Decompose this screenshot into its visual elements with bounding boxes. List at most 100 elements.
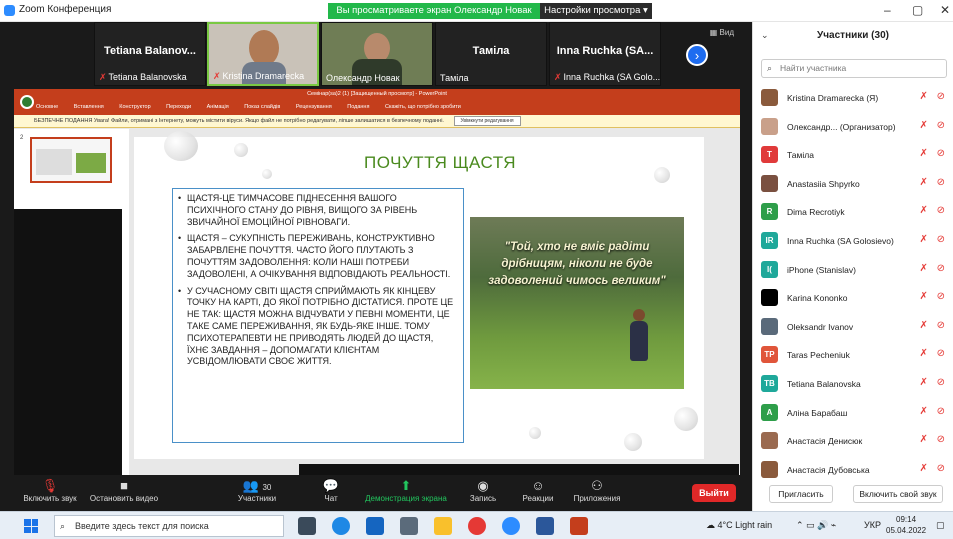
clock[interactable]: 09:14 05.04.2022 bbox=[886, 514, 926, 536]
video-tile[interactable]: Tetiana Balanov... ✗ Tetiana Balanovska bbox=[94, 22, 206, 86]
avatar: I( bbox=[761, 260, 778, 278]
participant-name: Inna Ruchka (SA Golosievo) bbox=[787, 235, 894, 246]
participant-name: Anastasiia Shpyrko bbox=[787, 178, 860, 189]
bullet-item: Щастя-це тимчасове піднесення вашого пси… bbox=[178, 193, 457, 228]
participant-row[interactable]: Kristina Dramarecka (Я) ✗ ⊘ bbox=[753, 84, 953, 113]
video-tile[interactable]: Таміла Таміла bbox=[435, 22, 547, 86]
apps-button[interactable]: ⚇ Приложения bbox=[570, 477, 624, 503]
participant-name: Анастасія Денисюк bbox=[787, 436, 863, 447]
stop-video-button[interactable]: ■ Остановить видео bbox=[86, 477, 162, 503]
avatar: IR bbox=[761, 231, 778, 249]
ppt-menu-item[interactable]: Показ слайдів bbox=[244, 104, 280, 110]
search-icon: ⌕ bbox=[767, 63, 773, 73]
participant-row[interactable]: A Аліна Барабаш ✗ ⊘ bbox=[753, 399, 953, 428]
zoom-taskbar-icon[interactable] bbox=[502, 517, 520, 535]
photo-quote: "Той, хто не вміє радіти дрібницям, ніко… bbox=[488, 241, 666, 287]
child-figure bbox=[630, 321, 648, 361]
view-button[interactable]: ▦ Вид bbox=[710, 28, 734, 37]
system-tray-icons[interactable]: ⌃ ▭ 🔊 ⌁ bbox=[796, 520, 836, 531]
participant-row[interactable]: Олександр... (Организатор) ✗ ⊘ bbox=[753, 113, 953, 142]
ppt-menu-item[interactable]: Вставлення bbox=[74, 104, 104, 110]
share-screen-icon: ⬆ bbox=[400, 478, 412, 493]
video-tile[interactable]: Олександр Новак bbox=[321, 22, 433, 86]
mic-camera-status-icons: ✗ ⊘ bbox=[919, 291, 948, 303]
slide-photo: "Той, хто не вміє радіти дрібницям, ніко… bbox=[470, 217, 684, 389]
zoom-logo-icon bbox=[4, 5, 15, 16]
participant-row[interactable]: Oleksandr Ivanov ✗ ⊘ bbox=[753, 313, 953, 342]
enable-editing-button[interactable]: Увімкнути редагування bbox=[453, 116, 521, 126]
security-shield-icon bbox=[20, 95, 34, 109]
participant-name: iPhone (Stanislav) bbox=[787, 264, 856, 275]
avatar bbox=[761, 317, 778, 335]
store-icon[interactable] bbox=[400, 517, 418, 535]
protected-view-bar: БЕЗПЕЧНЕ ПОДАННЯ Увага! Файли, отримані … bbox=[14, 115, 740, 128]
ppt-title-bar: Семінар(sa)2 (1) [Защищенный просмотр] -… bbox=[14, 89, 740, 100]
participant-row[interactable]: IR Inna Ruchka (SA Golosievo) ✗ ⊘ bbox=[753, 227, 953, 256]
participant-name: Karina Kononko bbox=[787, 293, 848, 304]
ppt-tell-me[interactable]: Скажіть, що потрібно зробити bbox=[385, 104, 461, 110]
avatar bbox=[761, 460, 778, 478]
search-icon: ⌕ bbox=[60, 521, 66, 531]
ppt-menu-item[interactable]: Подання bbox=[347, 104, 369, 110]
video-tile[interactable]: Inna Ruchka (SA... ✗ Inna Ruchka (SA Golo… bbox=[549, 22, 661, 86]
participant-row[interactable]: TB Tetiana Balanovska ✗ ⊘ bbox=[753, 370, 953, 399]
avatar bbox=[761, 289, 778, 307]
share-notice: Вы просматриваете экран Олександр Новак bbox=[328, 3, 540, 19]
taskbar-search-input[interactable]: ⌕ Введите здесь текст для поиска bbox=[54, 515, 284, 537]
mic-muted-icon: ✗ bbox=[213, 71, 221, 81]
avatar: R bbox=[761, 203, 778, 221]
participant-row[interactable]: TP Taras Pecheniuk ✗ ⊘ bbox=[753, 341, 953, 370]
file-explorer-icon[interactable] bbox=[434, 517, 452, 535]
task-view-icon[interactable] bbox=[298, 517, 316, 535]
avatar bbox=[761, 432, 778, 450]
unmute-me-button[interactable]: Включить свой звук bbox=[853, 485, 943, 503]
notifications-icon[interactable]: ▢ bbox=[936, 520, 945, 531]
invite-button[interactable]: Пригласить bbox=[769, 485, 833, 503]
slide-canvas: ПОЧУТТЯ ЩАСТЯ Щастя-це тимчасове піднесе… bbox=[134, 131, 704, 459]
word-icon[interactable] bbox=[536, 517, 554, 535]
weather-widget[interactable]: ☁ 4°C Light rain bbox=[706, 520, 772, 531]
unmute-button[interactable]: 🎙 Включить звук bbox=[20, 477, 80, 503]
ppt-menu-item[interactable]: Основне bbox=[36, 104, 58, 110]
ppt-menu-item[interactable]: Конструктор bbox=[119, 104, 150, 110]
avatar: T bbox=[761, 146, 778, 164]
video-tile-active[interactable]: ✗ Kristina Dramarecka bbox=[207, 22, 319, 86]
reactions-icon: ☺ bbox=[531, 478, 545, 493]
ppt-ribbon-menu: Основне Вставлення Конструктор Переходи … bbox=[14, 100, 740, 115]
leave-button[interactable]: Выйти bbox=[692, 484, 736, 502]
participant-row[interactable]: Анастасія Денисюк ✗ ⊘ bbox=[753, 427, 953, 456]
camera-icon: ■ bbox=[120, 478, 128, 493]
windows-start-icon[interactable] bbox=[24, 519, 38, 533]
panel-title: Участники (30) bbox=[817, 30, 889, 41]
minimize-button[interactable]: – bbox=[884, 3, 891, 17]
record-button[interactable]: ◉ Запись bbox=[466, 477, 500, 503]
share-screen-button[interactable]: ⬆ Демонстрация экрана bbox=[360, 477, 452, 503]
participant-row[interactable]: I( iPhone (Stanislav) ✗ ⊘ bbox=[753, 256, 953, 285]
participant-row[interactable]: Anastasiia Shpyrko ✗ ⊘ bbox=[753, 170, 953, 199]
participant-search-input[interactable]: ⌕ Найти участника bbox=[761, 59, 947, 78]
participant-row[interactable]: Karina Kononko ✗ ⊘ bbox=[753, 284, 953, 313]
ppt-menu-item[interactable]: Анімація bbox=[207, 104, 229, 110]
view-settings-button[interactable]: Настройки просмотра ▾ bbox=[540, 3, 652, 19]
participants-button[interactable]: 👥 30 Участники bbox=[232, 477, 282, 503]
slide-thumbnail[interactable] bbox=[30, 137, 112, 183]
mic-camera-status-icons: ✗ ⊘ bbox=[919, 262, 948, 274]
close-button[interactable]: ✕ bbox=[940, 3, 950, 17]
participant-row[interactable]: T Таміла ✗ ⊘ bbox=[753, 141, 953, 170]
next-page-button[interactable]: › bbox=[686, 44, 708, 66]
ppt-menu-item[interactable]: Переходи bbox=[166, 104, 191, 110]
language-indicator[interactable]: УКР bbox=[864, 520, 881, 530]
chrome-icon[interactable] bbox=[468, 517, 486, 535]
maximize-button[interactable]: ▢ bbox=[912, 3, 923, 17]
ppt-menu-item[interactable]: Рецензування bbox=[296, 104, 332, 110]
windows-taskbar: ⌕ Введите здесь текст для поиска ☁ 4°C Li… bbox=[0, 511, 953, 539]
powerpoint-icon[interactable] bbox=[570, 517, 588, 535]
mic-camera-status-icons: ✗ ⊘ bbox=[919, 348, 948, 360]
edge-icon[interactable] bbox=[332, 517, 350, 535]
reactions-button[interactable]: ☺ Реакции bbox=[518, 477, 558, 503]
avatar bbox=[761, 174, 778, 192]
mail-icon[interactable] bbox=[366, 517, 384, 535]
participant-name: Dima Recrotiyk bbox=[787, 207, 845, 218]
participant-row[interactable]: R Dima Recrotiyk ✗ ⊘ bbox=[753, 198, 953, 227]
chat-button[interactable]: 💬 Чат bbox=[318, 477, 344, 503]
